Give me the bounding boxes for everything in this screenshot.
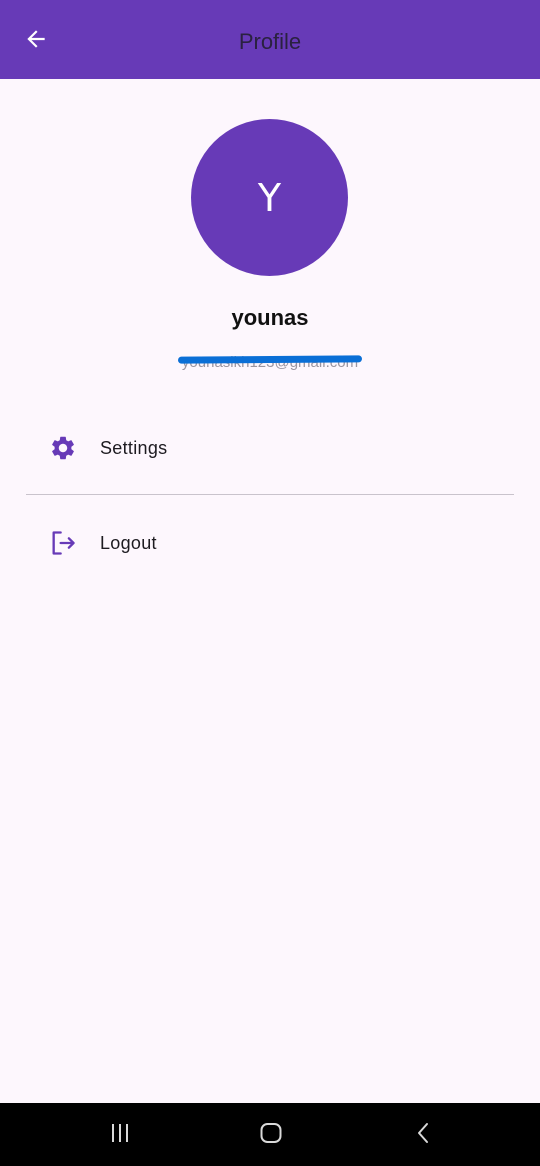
menu-item-logout[interactable]: Logout bbox=[26, 513, 514, 573]
divider bbox=[26, 494, 514, 495]
recent-apps-button[interactable] bbox=[90, 1115, 150, 1155]
gear-icon bbox=[48, 433, 78, 463]
logout-icon bbox=[48, 528, 78, 558]
menu-item-label: Logout bbox=[100, 532, 157, 553]
chevron-left-icon bbox=[412, 1121, 436, 1150]
menu-item-settings[interactable]: Settings bbox=[26, 418, 514, 478]
avatar: Y bbox=[191, 119, 348, 276]
home-button[interactable] bbox=[241, 1115, 301, 1155]
avatar-letter: Y bbox=[257, 175, 282, 220]
system-back-button[interactable] bbox=[394, 1115, 454, 1155]
recent-apps-icon bbox=[108, 1121, 132, 1150]
user-email: younasikh123@gmail.com bbox=[177, 352, 363, 374]
user-name: younas bbox=[231, 305, 309, 330]
home-icon bbox=[258, 1120, 284, 1151]
app-bar: Profile bbox=[0, 0, 540, 79]
menu-item-label: Settings bbox=[100, 437, 168, 458]
user-email-container: younasikh123@gmail.com bbox=[0, 352, 540, 374]
system-nav-bar bbox=[0, 1103, 540, 1166]
page-title: Profile bbox=[238, 29, 302, 54]
redaction-mark bbox=[177, 355, 363, 364]
